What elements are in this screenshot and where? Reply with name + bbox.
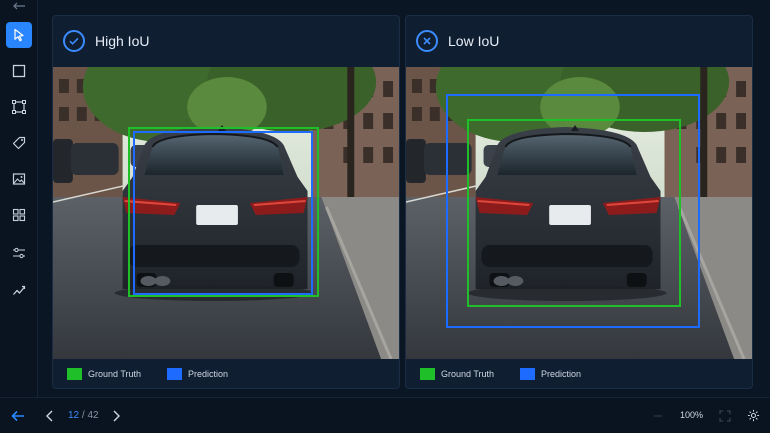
square-icon	[12, 64, 26, 78]
legend-ground-truth: Ground Truth	[420, 368, 494, 380]
legend-prediction: Prediction	[520, 368, 581, 380]
prediction-box[interactable]	[133, 131, 313, 295]
prediction-swatch	[167, 368, 183, 380]
panel-header: High IoU	[53, 16, 399, 66]
adjust-tool-button[interactable]	[6, 240, 32, 266]
legend-label: Prediction	[188, 369, 229, 379]
legend-ground-truth: Ground Truth	[67, 368, 141, 380]
zoom-out-icon[interactable]	[652, 410, 664, 422]
check-icon	[69, 37, 79, 45]
ground-truth-swatch	[420, 368, 435, 380]
panel-header: Low IoU	[406, 16, 752, 66]
sliders-icon	[13, 247, 25, 259]
left-toolbar	[0, 0, 38, 433]
back-arrow-icon[interactable]	[10, 408, 26, 424]
legend-label: Ground Truth	[441, 369, 495, 379]
zoom-level: 100%	[680, 410, 704, 420]
legend-prediction: Prediction	[167, 368, 228, 380]
tag-icon	[12, 136, 26, 150]
legend: Ground Truth Prediction	[67, 366, 254, 382]
chevron-left-icon[interactable]	[43, 408, 57, 424]
collapse-arrow-icon[interactable]	[12, 2, 26, 10]
street-car-photo	[406, 67, 752, 359]
tag-tool-button[interactable]	[6, 130, 32, 156]
cursor-icon	[14, 28, 24, 42]
legend-label: Prediction	[541, 369, 582, 379]
image-icon	[12, 173, 26, 185]
current-page: 12	[68, 410, 80, 421]
fit-screen-icon[interactable]	[719, 410, 731, 422]
high-iou-panel: High IoU Ground Truth Prediction	[52, 15, 400, 389]
legend: Ground Truth Prediction	[420, 366, 607, 382]
legend-label: Ground Truth	[88, 369, 142, 379]
chevron-right-icon[interactable]	[109, 408, 123, 424]
check-badge	[63, 30, 85, 52]
bbox-tool-button[interactable]	[6, 94, 32, 120]
trend-icon	[13, 285, 26, 295]
grid-icon	[12, 208, 26, 222]
select-tool-button[interactable]	[6, 22, 32, 48]
panel-title: High IoU	[95, 33, 150, 49]
close-icon	[423, 37, 431, 45]
rectangle-tool-button[interactable]	[6, 58, 32, 84]
bbox-icon	[12, 100, 26, 114]
page-indicator: 12 / 42	[68, 410, 99, 421]
ground-truth-swatch	[67, 368, 82, 380]
image-tool-button[interactable]	[6, 166, 32, 192]
street-car-photo	[53, 67, 399, 359]
grid-tool-button[interactable]	[6, 202, 32, 228]
close-badge	[416, 30, 438, 52]
bottom-bar: 12 / 42 100%	[0, 397, 770, 433]
panel-title: Low IoU	[448, 33, 500, 49]
gear-icon[interactable]	[747, 409, 760, 422]
total-pages: 42	[87, 410, 99, 421]
low-iou-panel: Low IoU Ground Truth Prediction	[405, 15, 753, 389]
prediction-swatch	[520, 368, 536, 380]
chart-tool-button[interactable]	[6, 277, 32, 303]
prediction-box[interactable]	[446, 94, 700, 328]
